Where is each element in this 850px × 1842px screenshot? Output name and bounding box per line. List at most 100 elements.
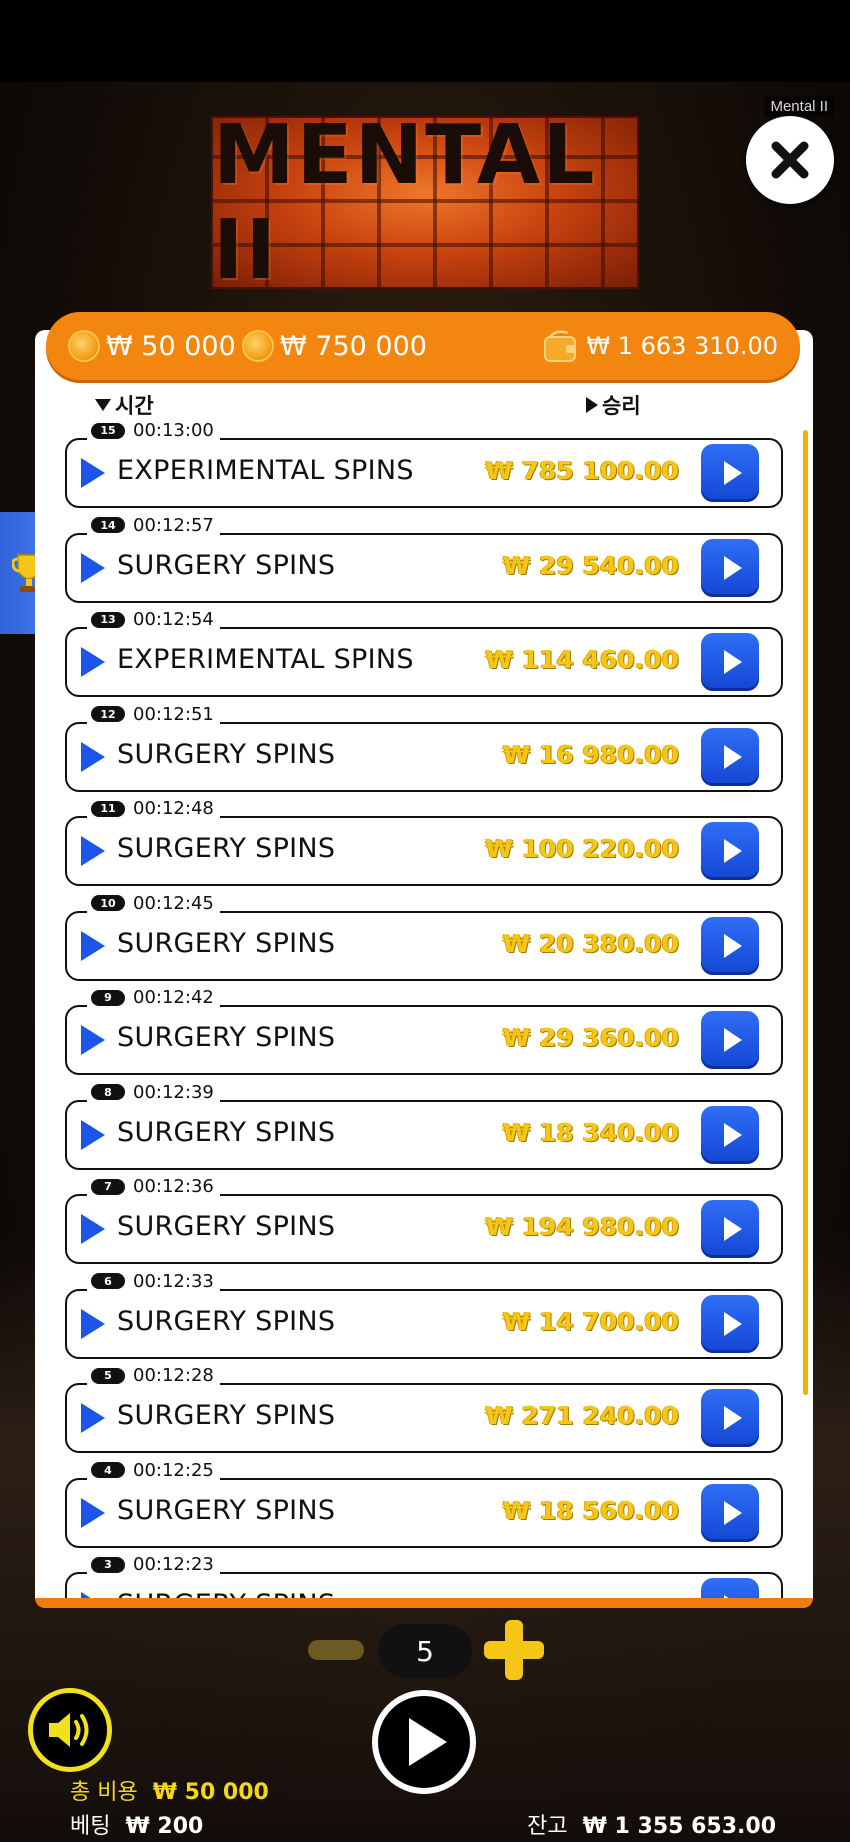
column-time-label: 시간 xyxy=(115,394,154,418)
play-icon xyxy=(81,1119,105,1150)
round-index: 10 xyxy=(91,895,125,911)
round-time: 00:12:48 xyxy=(133,798,214,819)
decrease-button[interactable] xyxy=(308,1640,364,1660)
history-row[interactable]: 12 00:12:51 SURGERY SPINS ₩ 16 980.00 xyxy=(65,703,783,792)
play-icon xyxy=(81,741,105,772)
round-time: 00:12:36 xyxy=(133,1176,214,1197)
sound-icon xyxy=(49,1713,89,1747)
round-index: 13 xyxy=(91,611,125,628)
round-index: 5 xyxy=(91,1367,125,1384)
round-label: SURGERY SPINS xyxy=(117,1211,336,1242)
bet: 베팅 ₩ 200 xyxy=(70,1808,203,1840)
round-win: ₩ 29 360.00 xyxy=(502,1023,679,1052)
column-time-header[interactable]: 시간 xyxy=(95,390,154,420)
history-row[interactable]: 9 00:12:42 SURGERY SPINS ₩ 29 360.00 xyxy=(65,987,783,1075)
round-label: SURGERY SPINS xyxy=(117,1589,336,1608)
round-label: SURGERY SPINS xyxy=(117,738,336,770)
play-icon xyxy=(81,1308,105,1339)
round-time: 00:12:42 xyxy=(133,987,214,1008)
round-index: 4 xyxy=(91,1462,125,1478)
replay-button[interactable] xyxy=(701,444,759,502)
round-label: SURGERY SPINS xyxy=(117,1400,336,1431)
history-row[interactable]: 15 00:13:00 EXPERIMENTAL SPINS ₩ 785 100.00 xyxy=(65,420,783,508)
replay-button[interactable] xyxy=(701,1200,759,1258)
stat-total-bet-value: ₩ 50 000 xyxy=(106,330,236,362)
replay-button[interactable] xyxy=(701,1389,759,1447)
history-row[interactable]: 3 00:12:23 SURGERY SPINS xyxy=(65,1554,783,1608)
history-row[interactable]: 8 00:12:39 SURGERY SPINS ₩ 18 340.00 xyxy=(65,1081,783,1170)
history-row-meta: 7 00:12:36 xyxy=(87,1176,220,1197)
round-label: SURGERY SPINS xyxy=(117,1494,336,1526)
replay-button[interactable] xyxy=(701,1011,759,1069)
close-button[interactable] xyxy=(746,116,834,204)
round-win: ₩ 100 220.00 xyxy=(485,834,679,863)
history-row[interactable]: 11 00:12:48 SURGERY SPINS ₩ 100 220.00 xyxy=(65,798,783,886)
spin-button[interactable] xyxy=(372,1690,476,1794)
play-icon xyxy=(723,839,742,863)
stat-total-win: ₩ 750 000 xyxy=(242,330,427,362)
round-label: SURGERY SPINS xyxy=(117,1305,336,1337)
round-time: 00:12:54 xyxy=(133,609,214,630)
stepper-value: 5 xyxy=(378,1624,472,1678)
history-panel: 15 00:13:00 EXPERIMENTAL SPINS ₩ 785 100.00… xyxy=(35,330,813,1608)
play-icon xyxy=(723,1595,742,1598)
history-row-meta: 8 00:12:39 xyxy=(87,1081,220,1103)
history-row[interactable]: 6 00:12:33 SURGERY SPINS ₩ 14 700.00 xyxy=(65,1270,783,1359)
history-row[interactable]: 5 00:12:28 SURGERY SPINS ₩ 271 240.00 xyxy=(65,1365,783,1453)
round-win: ₩ 20 380.00 xyxy=(502,928,679,958)
history-row[interactable]: 13 00:12:54 EXPERIMENTAL SPINS ₩ 114 460.00 xyxy=(65,609,783,697)
close-icon xyxy=(771,141,809,179)
round-time: 00:12:57 xyxy=(133,514,214,536)
play-icon xyxy=(723,933,742,958)
sort-right-icon xyxy=(586,397,598,413)
increase-button[interactable] xyxy=(484,1620,544,1680)
round-win: ₩ 18 560.00 xyxy=(502,1495,679,1525)
column-win-header[interactable]: 승리 xyxy=(586,390,641,420)
replay-button[interactable] xyxy=(701,633,759,691)
history-row-meta: 9 00:12:42 xyxy=(87,987,220,1008)
sound-button[interactable] xyxy=(28,1688,112,1772)
history-row[interactable]: 14 00:12:57 SURGERY SPINS ₩ 29 540.00 xyxy=(65,514,783,603)
history-row-meta: 14 00:12:57 xyxy=(87,514,220,536)
round-label: EXPERIMENTAL SPINS xyxy=(117,455,414,486)
round-label: EXPERIMENTAL SPINS xyxy=(117,644,414,675)
round-win: ₩ 29 540.00 xyxy=(502,550,679,580)
replay-button[interactable] xyxy=(701,727,759,786)
replay-button[interactable] xyxy=(701,1294,759,1353)
balance-label: 잔고 xyxy=(527,1814,568,1839)
history-row[interactable]: 4 00:12:25 SURGERY SPINS ₩ 18 560.00 xyxy=(65,1459,783,1548)
play-icon xyxy=(723,1217,742,1241)
play-icon xyxy=(723,1406,742,1430)
replay-button[interactable] xyxy=(701,822,759,880)
play-icon xyxy=(81,647,105,677)
round-index: 3 xyxy=(91,1556,125,1573)
replay-button[interactable] xyxy=(701,1105,759,1164)
balance: 잔고 ₩ 1 355 653.00 xyxy=(527,1808,776,1840)
header-balance-value: ₩ 1 663 310.00 xyxy=(586,332,778,360)
round-win: ₩ 271 240.00 xyxy=(485,1401,679,1430)
play-icon xyxy=(409,1718,447,1766)
play-icon xyxy=(723,555,742,580)
play-icon xyxy=(723,650,742,674)
round-time: 00:12:33 xyxy=(133,1270,214,1292)
replay-button[interactable] xyxy=(701,1483,759,1542)
replay-button[interactable] xyxy=(701,538,759,597)
round-index: 12 xyxy=(91,706,125,722)
round-win: ₩ 785 100.00 xyxy=(485,456,679,485)
history-row-meta: 13 00:12:54 xyxy=(87,609,220,630)
history-row[interactable]: 7 00:12:36 SURGERY SPINS ₩ 194 980.00 xyxy=(65,1176,783,1264)
column-win-label: 승리 xyxy=(602,394,641,418)
round-win: ₩ 18 340.00 xyxy=(502,1117,679,1147)
scrollbar[interactable] xyxy=(803,430,808,1395)
replay-button[interactable] xyxy=(701,916,759,975)
history-row-meta: 11 00:12:48 xyxy=(87,798,220,819)
replay-button[interactable] xyxy=(701,1578,759,1598)
play-icon xyxy=(81,1403,105,1433)
coin-icon xyxy=(68,330,100,362)
round-index: 6 xyxy=(91,1273,125,1289)
play-icon xyxy=(81,930,105,961)
round-win: ₩ 14 700.00 xyxy=(502,1306,679,1336)
history-row[interactable]: 10 00:12:45 SURGERY SPINS ₩ 20 380.00 xyxy=(65,892,783,981)
coin-icon xyxy=(242,330,274,362)
play-icon xyxy=(723,1500,742,1525)
